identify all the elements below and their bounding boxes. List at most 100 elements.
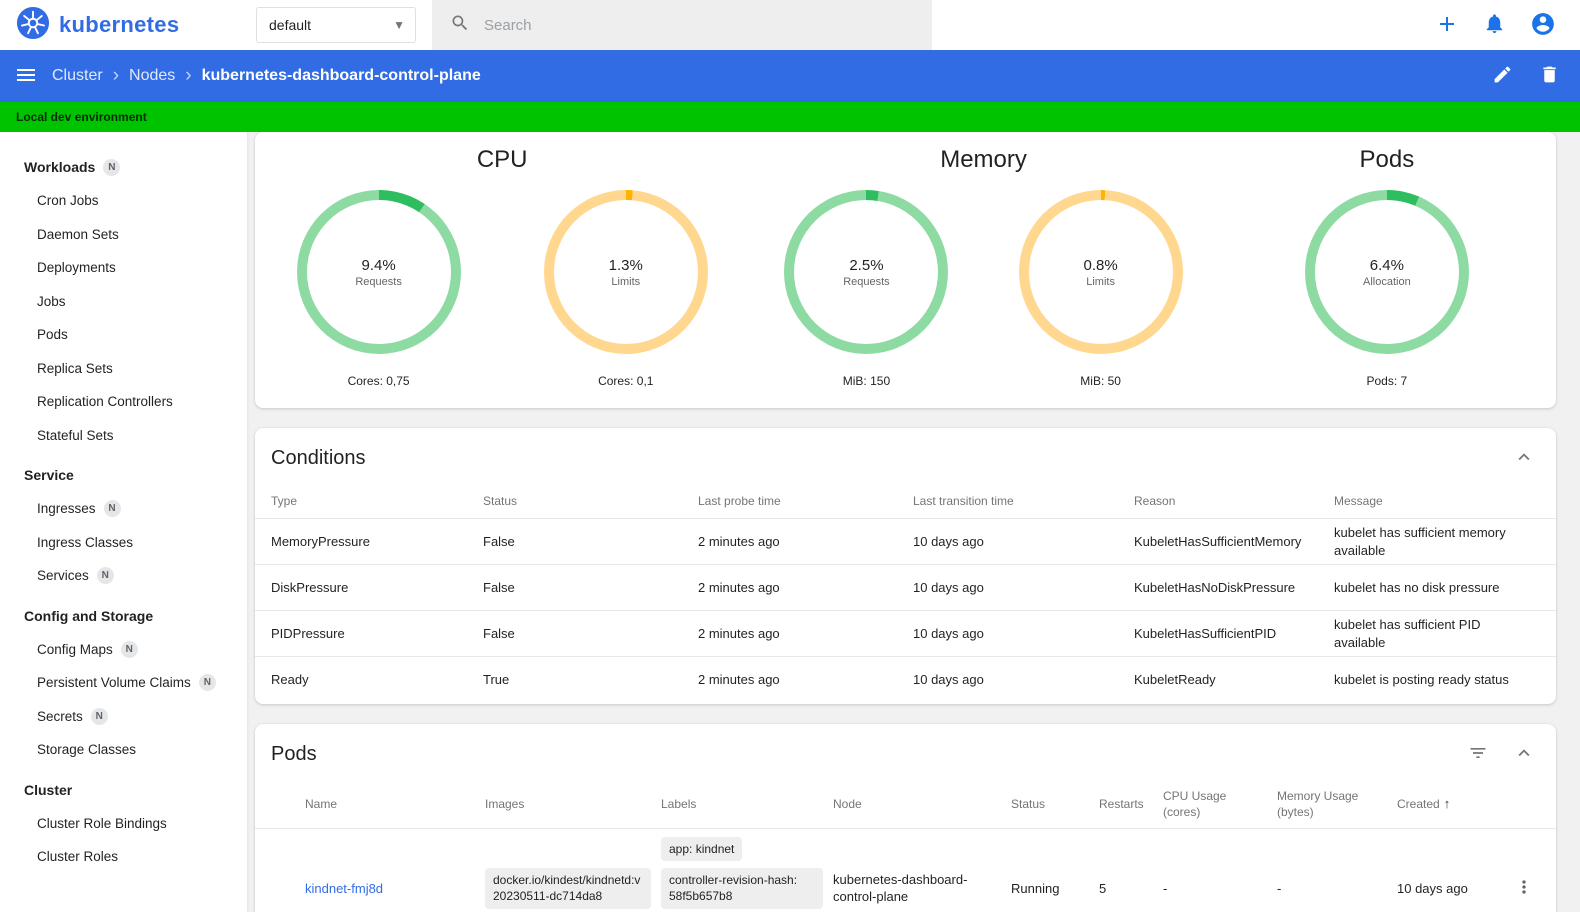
cell-images: docker.io/kindest/kindnetd:v20230511-dc7… (485, 868, 661, 909)
sidebar-item-services[interactable]: Services N (0, 559, 247, 593)
new-badge: N (90, 707, 108, 725)
collapse-pods-button[interactable] (1508, 738, 1540, 770)
cell-status: Running (1011, 880, 1060, 896)
edit-button[interactable] (1492, 64, 1513, 88)
filter-icon (1468, 743, 1488, 766)
cell-probe: 2 minutes ago (698, 625, 780, 641)
sidebar-item-workloads[interactable]: Workloads N (0, 150, 247, 184)
sidebar-section-label: Config and Storage (24, 607, 154, 624)
collapse-conditions-button[interactable] (1508, 442, 1540, 474)
gauge-group-title-cpu: CPU (476, 146, 528, 173)
sidebar-item-ingress-classes[interactable]: Ingress Classes (0, 526, 247, 560)
notifications-button[interactable] (1483, 12, 1506, 38)
cell-reason: KubeletHasSufficientMemory (1134, 533, 1302, 549)
image-chip: docker.io/kindest/kindnetd:v20230511-dc7… (485, 868, 651, 909)
column-header-reason: Reason (1134, 493, 1176, 508)
sidebar-item-config-maps[interactable]: Config Maps N (0, 633, 247, 667)
sidebar-item-persistent-volume-claims[interactable]: Persistent Volume Claims N (0, 666, 247, 700)
menu-button[interactable] (14, 63, 38, 90)
cell-name: kindnet-fmj8d (305, 880, 485, 898)
environment-banner: Local dev environment (0, 102, 1580, 132)
sidebar-item-label: Daemon Sets (37, 226, 119, 242)
cell-type: Ready (271, 671, 309, 687)
environment-banner-text: Local dev environment (16, 110, 147, 124)
sidebar-item-cluster-roles[interactable]: Cluster Roles (0, 840, 247, 874)
account-button[interactable] (1530, 11, 1556, 40)
gauge-caption: MiB: 50 (1080, 374, 1121, 388)
sidebar-item-cluster-role-bindings[interactable]: Cluster Role Bindings (0, 807, 247, 841)
conditions-row-disk-pressure: DiskPressure False 2 minutes ago 10 days… (255, 564, 1556, 610)
column-header-status: Status (1011, 796, 1046, 811)
sidebar-item-label: Stateful Sets (37, 427, 114, 443)
brand-name: kubernetes (59, 12, 180, 37)
gauge-group-title-pods: Pods (1359, 146, 1415, 173)
sidebar-item-pods[interactable]: Pods (0, 318, 247, 352)
cell-status: True (483, 671, 510, 687)
cell-type: DiskPressure (271, 579, 349, 595)
plus-icon (1435, 12, 1459, 39)
gauge-label: Requests (355, 275, 402, 288)
label-chip: controller-revision-hash: 58f5b657b8 (661, 868, 823, 909)
sidebar-item-label: Secrets (37, 708, 83, 724)
new-badge: N (103, 500, 121, 518)
breadcrumb-cluster[interactable]: Cluster (52, 67, 103, 85)
cell-memory-usage: - (1277, 880, 1282, 896)
delete-button[interactable] (1539, 64, 1560, 88)
cell-probe: 2 minutes ago (698, 671, 780, 687)
cell-status: False (483, 533, 515, 549)
column-header-last-transition-time: Last transition time (913, 493, 1014, 508)
label-chip: app: kindnet (661, 837, 743, 862)
cell-probe: 2 minutes ago (698, 533, 780, 549)
gauge-cpu-limits: 1.3% Limits Cores: 0,1 (543, 190, 708, 388)
sidebar-item-storage-classes[interactable]: Storage Classes (0, 733, 247, 767)
cell-message: kubelet has sufficient PID available (1334, 616, 1481, 650)
cell-created: 10 days ago (1397, 880, 1468, 896)
sidebar-item-replica-sets[interactable]: Replica Sets (0, 352, 247, 386)
namespace-selector[interactable]: default ▼ (256, 7, 416, 43)
sidebar-item-deployments[interactable]: Deployments (0, 251, 247, 285)
cell-transition: 10 days ago (913, 671, 984, 687)
conditions-row-memory-pressure: MemoryPressure False 2 minutes ago 10 da… (255, 518, 1556, 564)
cell-status: False (483, 625, 515, 641)
gauge-pods-allocation: 6.4% Allocation Pods: 7 (1304, 190, 1469, 388)
conditions-title: Conditions (271, 446, 366, 469)
sidebar-item-label: Ingress Classes (37, 534, 134, 550)
sidebar-item-replication-controllers[interactable]: Replication Controllers (0, 385, 247, 419)
row-menu-button[interactable] (1514, 877, 1534, 900)
sidebar-item-label: Cluster Role Bindings (37, 815, 167, 831)
gauge-caption: MiB: 150 (842, 374, 891, 388)
column-header-last-probe-time: Last probe time (698, 493, 781, 508)
new-badge: N (96, 567, 114, 585)
account-icon (1530, 11, 1556, 40)
breadcrumb-nodes[interactable]: Nodes (129, 67, 175, 85)
sidebar-item-label: Services (37, 568, 89, 584)
sidebar-item-secrets[interactable]: Secrets N (0, 700, 247, 734)
sidebar-item-label: Cluster Roles (37, 849, 119, 865)
sidebar-item-cron-jobs[interactable]: Cron Jobs (0, 184, 247, 218)
top-actions (1435, 11, 1556, 40)
page-app-bar: Cluster › Nodes › kubernetes-dashboard-c… (0, 50, 1580, 102)
gauge-cpu-requests: 9.4% Requests Cores: 0,75 (296, 190, 461, 388)
page-title: kubernetes-dashboard-control-plane (201, 67, 481, 84)
appbar-actions (1492, 64, 1560, 88)
sidebar-item-ingresses[interactable]: Ingresses N (0, 492, 247, 526)
sidebar-item-label: Deployments (37, 260, 116, 276)
sidebar-item-label: Persistent Volume Claims (37, 675, 191, 691)
pod-link[interactable]: kindnet-fmj8d (305, 881, 383, 896)
column-header-created[interactable]: Created ↑ (1397, 795, 1500, 813)
gauge-caption: Pods: 7 (1366, 374, 1408, 388)
created-label: Created (1397, 796, 1440, 811)
sidebar-item-jobs[interactable]: Jobs (0, 285, 247, 319)
create-resource-button[interactable] (1435, 12, 1459, 39)
filter-pods-button[interactable] (1462, 738, 1494, 770)
sidebar-item-stateful-sets[interactable]: Stateful Sets (0, 419, 247, 453)
search-input[interactable] (484, 16, 914, 34)
cell-probe: 2 minutes ago (698, 579, 780, 595)
kubernetes-home-link[interactable]: kubernetes (16, 6, 248, 45)
column-header-message: Message (1334, 493, 1383, 508)
gauge-memory-requests: 2.5% Requests MiB: 150 (784, 190, 949, 388)
column-header-name[interactable]: Name (305, 796, 485, 812)
breadcrumb: Cluster › Nodes › kubernetes-dashboard-c… (52, 66, 481, 87)
namespace-value: default (269, 17, 312, 33)
sidebar-item-daemon-sets[interactable]: Daemon Sets (0, 218, 247, 252)
